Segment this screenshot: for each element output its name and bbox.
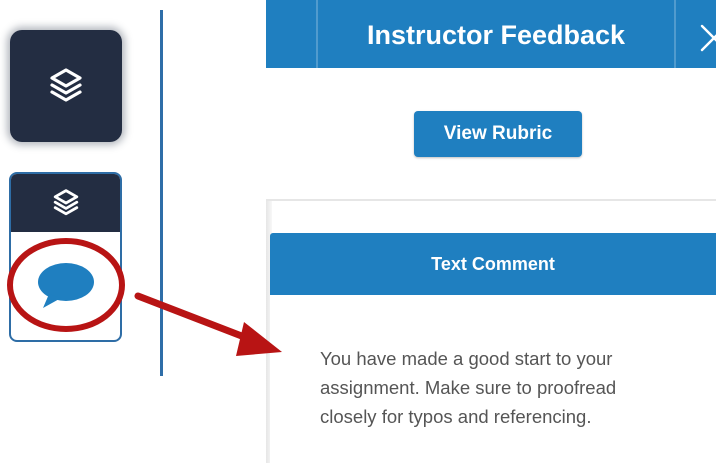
comment-text: You have made a good start to your assig… xyxy=(320,344,710,431)
close-icon[interactable] xyxy=(694,18,716,58)
feedback-tool-card[interactable] xyxy=(9,172,122,342)
layers-tool-button[interactable] xyxy=(10,30,122,142)
comment-line: You have made a good start to your xyxy=(320,348,613,369)
text-comment-heading: Text Comment xyxy=(270,233,716,295)
layers-icon xyxy=(50,68,82,102)
layers-icon xyxy=(53,189,78,216)
annotation-arrow-shaft xyxy=(134,292,256,344)
comment-line: closely for typos and referencing. xyxy=(320,406,592,427)
panel-title: Instructor Feedback xyxy=(366,20,626,50)
sidebar-divider xyxy=(160,10,163,376)
feedback-tool-header xyxy=(11,174,120,232)
view-rubric-button[interactable]: View Rubric xyxy=(414,111,582,157)
speech-bubble-icon[interactable] xyxy=(35,260,97,312)
comment-line: assignment. Make sure to proofread xyxy=(320,377,617,398)
panel-header: Instructor Feedback xyxy=(266,0,716,68)
feedback-tool-body xyxy=(11,232,120,340)
section-separator xyxy=(266,199,716,201)
